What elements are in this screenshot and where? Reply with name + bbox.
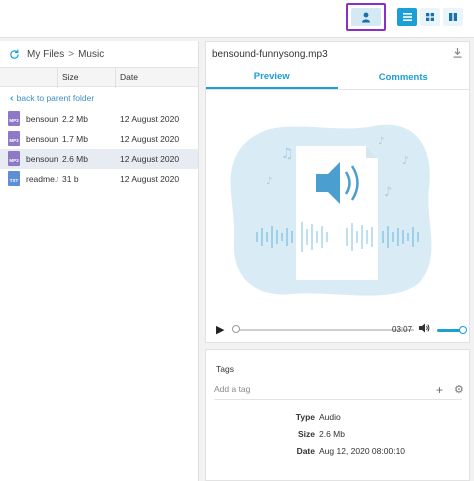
tags-panel: Tags + ⚙ Type Audio Size 2.6 Mb Date Aug 12, …: [205, 349, 470, 481]
back-label: back to parent folder: [16, 93, 95, 103]
file-name: bensound-funnysong.mp3: [26, 154, 58, 164]
seek-bar[interactable]: [234, 329, 414, 331]
svg-text:♪: ♪: [402, 154, 409, 167]
audio-file-illustration: ♫ ♪ ♪ ♪ ♪: [230, 124, 432, 296]
preview-filename: bensound-funnysong.mp3: [212, 48, 328, 60]
column-divider: [115, 68, 116, 88]
volume-handle[interactable]: [459, 326, 467, 334]
metadata-row: Type Audio: [206, 412, 471, 429]
mp3-file-icon: MP3: [8, 131, 20, 146]
breadcrumb-current: Music: [78, 48, 105, 60]
file-size: 1.7 Mb: [62, 134, 88, 144]
double-chevron-left-icon: ‹‹: [10, 92, 13, 104]
tab-comments[interactable]: Comments: [338, 66, 470, 89]
preview-panel: bensound-funnysong.mp3 Preview Comments: [205, 41, 470, 343]
file-name: bensound-acousticbreeze.mp3: [26, 114, 58, 124]
metadata-key: Type: [295, 412, 315, 422]
column-header-size[interactable]: Size: [62, 72, 79, 82]
svg-text:♫: ♫: [281, 146, 294, 162]
metadata-value: Audio: [319, 412, 341, 422]
mp3-file-icon: MP3: [8, 151, 20, 166]
list-view-icon: [402, 13, 412, 21]
download-icon[interactable]: [453, 48, 462, 58]
file-list-panel: My Files > Music Size Date ‹‹ back to pa…: [0, 41, 199, 481]
gear-icon[interactable]: ⚙: [454, 383, 464, 396]
grid-view-button[interactable]: [420, 8, 440, 26]
top-toolbar: [0, 0, 474, 38]
breadcrumb-root[interactable]: My Files: [27, 49, 64, 60]
table-header: Size Date: [0, 67, 198, 88]
file-size: 31 b: [62, 174, 79, 184]
list-view-button[interactable]: [397, 8, 417, 26]
plus-icon[interactable]: +: [436, 383, 443, 397]
column-header-date[interactable]: Date: [120, 72, 138, 82]
file-name: readme.txt: [26, 174, 58, 184]
metadata-key: Size: [297, 429, 315, 439]
file-date: 12 August 2020: [120, 114, 180, 124]
duration: 03:07: [392, 325, 413, 334]
file-size: 2.2 Mb: [62, 114, 88, 124]
breadcrumb: My Files > Music: [0, 41, 198, 67]
metadata-key: Date: [296, 446, 315, 456]
user-button[interactable]: [351, 8, 381, 26]
file-metadata: Type Audio Size 2.6 Mb Date Aug 12, 2020 08:0…: [206, 412, 471, 463]
columns-view-icon: [449, 13, 457, 21]
table-row[interactable]: TXT readme.txt 31 b 12 August 2020: [0, 169, 198, 189]
svg-text:♪: ♪: [384, 185, 392, 200]
metadata-value: 2.6 Mb: [319, 429, 345, 439]
add-tag-row: + ⚙: [214, 382, 464, 400]
audio-player: ▶ 03:07: [206, 318, 471, 342]
file-name: bensound-creativeminds.mp3: [26, 134, 58, 144]
metadata-row: Size 2.6 Mb: [206, 429, 471, 446]
table-row[interactable]: MP3 bensound-acousticbreeze.mp3 2.2 Mb 12 A…: [0, 109, 198, 129]
add-tag-input[interactable]: [214, 384, 404, 394]
preview-tabs: Preview Comments: [206, 66, 469, 90]
metadata-row: Date Aug 12, 2020 08:00:10: [206, 446, 471, 463]
table-row[interactable]: MP3 bensound-creativeminds.mp3 1.7 Mb 12 Au…: [0, 129, 198, 149]
file-size: 2.6 Mb: [62, 154, 88, 164]
tags-title: Tags: [216, 364, 234, 374]
grid-view-icon: [426, 13, 434, 21]
svg-text:♪: ♪: [266, 176, 272, 187]
file-rows: MP3 bensound-acousticbreeze.mp3 2.2 Mb 12 A…: [0, 109, 198, 189]
refresh-icon[interactable]: [9, 49, 20, 60]
breadcrumb-separator: >: [68, 48, 75, 60]
back-to-parent-link[interactable]: ‹‹ back to parent folder: [0, 87, 198, 109]
preview-header: bensound-funnysong.mp3: [206, 42, 469, 66]
columns-view-button[interactable]: [443, 8, 463, 26]
user-icon: [362, 12, 370, 22]
file-date: 12 August 2020: [120, 134, 180, 144]
column-divider: [57, 68, 58, 88]
volume-icon[interactable]: [419, 323, 430, 333]
seek-handle[interactable]: [232, 325, 240, 333]
tab-preview[interactable]: Preview: [206, 66, 338, 89]
txt-file-icon: TXT: [8, 171, 20, 186]
file-date: 12 August 2020: [120, 154, 180, 164]
play-icon[interactable]: ▶: [216, 323, 224, 336]
file-date: 12 August 2020: [120, 174, 180, 184]
table-row[interactable]: MP3 bensound-funnysong.mp3 2.6 Mb 12 August…: [0, 149, 198, 169]
svg-text:♪: ♪: [378, 136, 384, 147]
mp3-file-icon: MP3: [8, 111, 20, 126]
metadata-value: Aug 12, 2020 08:00:10: [319, 446, 406, 456]
